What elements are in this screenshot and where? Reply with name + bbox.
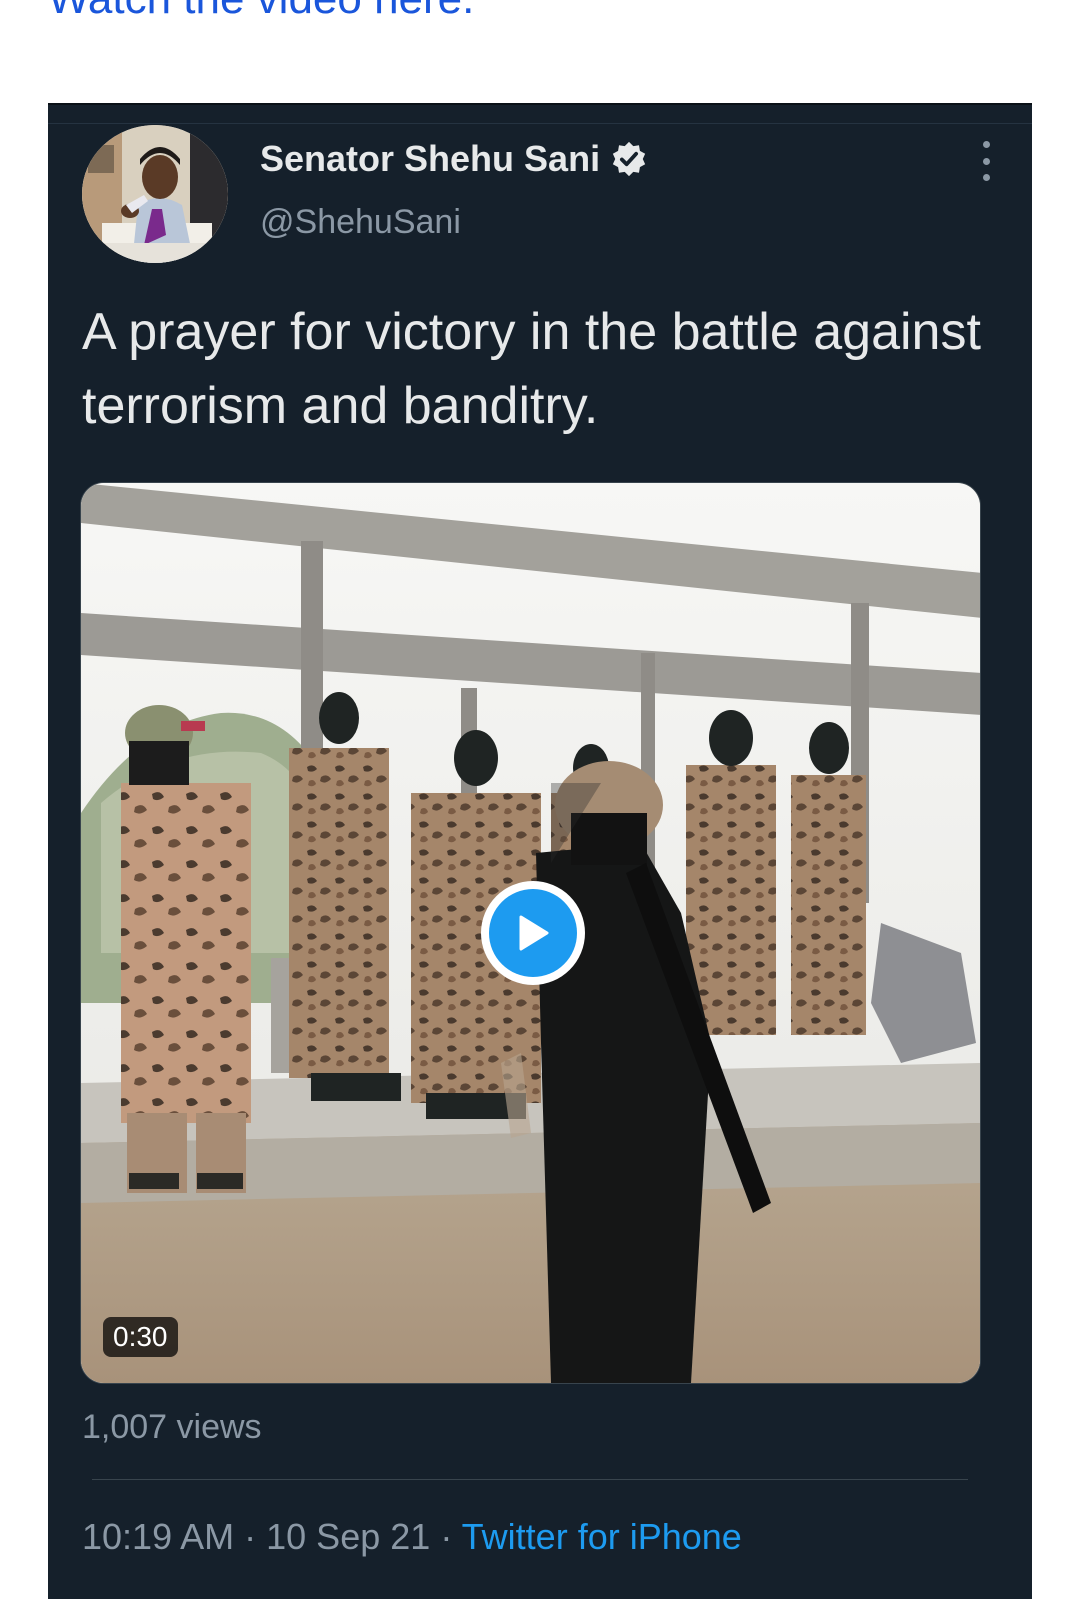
- tweet-source-link[interactable]: Twitter for iPhone: [462, 1516, 742, 1557]
- author-display-name: Senator Shehu Sani: [260, 138, 601, 179]
- tweet-text: A prayer for victory in the battle again…: [82, 303, 981, 435]
- tweet-metadata: 10:19 AM · 10 Sep 21 · Twitter for iPhon…: [82, 1516, 742, 1558]
- author-name[interactable]: Senator Shehu Sani: [260, 138, 648, 180]
- tweet-date[interactable]: 10 Sep 21: [266, 1516, 430, 1557]
- avatar[interactable]: [82, 125, 228, 263]
- embedded-tweet-card: Senator Shehu Sani @ShehuSani A prayer f…: [48, 103, 1032, 1599]
- play-button[interactable]: [481, 881, 585, 985]
- divider: [92, 1479, 968, 1480]
- video-duration-badge: 0:30: [103, 1317, 178, 1357]
- watch-video-link[interactable]: Watch the video here.: [48, 0, 474, 24]
- video-player[interactable]: 0:30: [80, 482, 981, 1384]
- play-icon: [489, 889, 577, 977]
- more-options-icon[interactable]: [976, 141, 996, 181]
- tweet-time[interactable]: 10:19 AM: [82, 1516, 234, 1557]
- view-count: 1,007 views: [82, 1408, 262, 1446]
- page: Watch the video here. Senator Shehu Sani: [0, 0, 1080, 1599]
- author-handle[interactable]: @ShehuSani: [260, 203, 461, 242]
- meta-separator: ·: [440, 1516, 453, 1557]
- verified-badge-icon: [612, 141, 646, 177]
- avatar-photo: [82, 125, 228, 263]
- divider: [48, 123, 1032, 124]
- meta-separator: ·: [244, 1516, 257, 1557]
